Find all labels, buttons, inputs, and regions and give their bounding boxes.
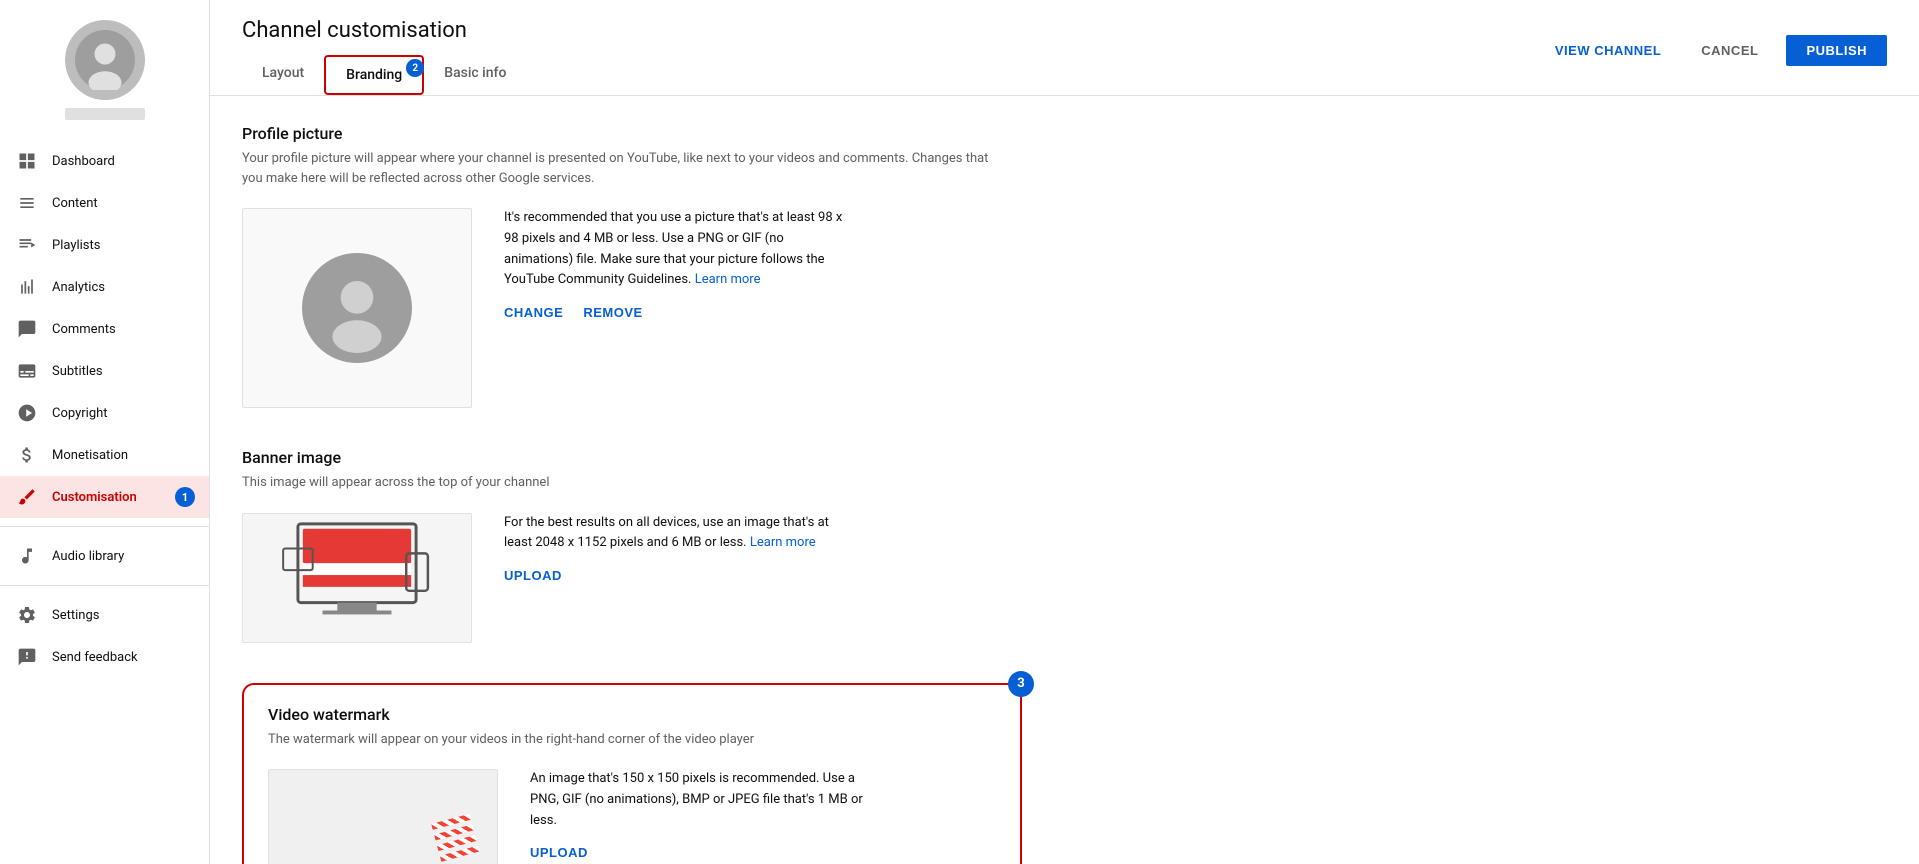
sidebar-item-label: Playlists bbox=[52, 238, 100, 253]
sidebar-item-analytics[interactable]: Analytics bbox=[0, 266, 209, 308]
sidebar-item-dashboard[interactable]: Dashboard bbox=[0, 140, 209, 182]
tab-basic-info[interactable]: Basic info bbox=[424, 55, 526, 95]
profile-learn-more-link[interactable]: Learn more bbox=[695, 272, 761, 287]
sidebar-nav: Dashboard Content Playlists Analytics bbox=[0, 140, 209, 678]
customisation-badge: 1 bbox=[175, 487, 195, 507]
profile-change-button[interactable]: CHANGE bbox=[504, 305, 563, 320]
play-icon bbox=[16, 192, 38, 214]
profile-picture-section: Profile picture Your profile picture wil… bbox=[242, 124, 1178, 408]
sidebar-item-label: Monetisation bbox=[52, 448, 128, 463]
settings-label: Settings bbox=[52, 608, 99, 623]
watermark-preview: ⏮ ▶ 🔊 ⚙ ⊡ ⛶ bbox=[268, 769, 498, 864]
main-content: Channel customisation Layout Branding 2 … bbox=[210, 0, 1919, 864]
sidebar-item-playlists[interactable]: Playlists bbox=[0, 224, 209, 266]
divider bbox=[0, 526, 209, 527]
watermark-badge: 3 bbox=[1008, 671, 1034, 697]
banner-info-text: For the best results on all devices, use… bbox=[504, 513, 844, 555]
video-watermark-section: Video watermark The watermark will appea… bbox=[242, 683, 1022, 864]
channel-name-placeholder bbox=[65, 108, 145, 120]
watermark-desc: The watermark will appear on your videos… bbox=[268, 730, 996, 750]
divider-2 bbox=[0, 585, 209, 586]
banner-image-preview bbox=[242, 513, 472, 643]
profile-picture-body: It's recommended that you use a picture … bbox=[242, 208, 1178, 408]
banner-action-links: UPLOAD bbox=[504, 568, 844, 583]
branding-badge: 2 bbox=[406, 59, 424, 77]
sidebar-item-customisation[interactable]: Customisation 1 bbox=[0, 476, 209, 518]
avatar bbox=[65, 20, 145, 100]
banner-image-section: Banner image This image will appear acro… bbox=[242, 448, 1178, 643]
cancel-button[interactable]: CANCEL bbox=[1689, 35, 1770, 66]
sidebar-item-content[interactable]: Content bbox=[0, 182, 209, 224]
page-title: Channel customisation bbox=[242, 18, 526, 43]
banner-image-body: For the best results on all devices, use… bbox=[242, 513, 1178, 643]
watermark-action-links: UPLOAD bbox=[530, 845, 870, 860]
dollar-icon bbox=[16, 444, 38, 466]
view-channel-button[interactable]: VIEW CHANNEL bbox=[1543, 35, 1673, 66]
profile-remove-button[interactable]: REMOVE bbox=[583, 305, 642, 320]
watermark-body: ⏮ ▶ 🔊 ⚙ ⊡ ⛶ An ima bbox=[268, 769, 996, 864]
top-header: Channel customisation Layout Branding 2 … bbox=[210, 0, 1919, 96]
watermark-stripe-icon bbox=[431, 814, 483, 864]
copyright-icon bbox=[16, 402, 38, 424]
sidebar-item-label: Analytics bbox=[52, 280, 105, 295]
gear-icon bbox=[16, 604, 38, 626]
watermark-info-text: An image that's 150 x 150 pixels is reco… bbox=[530, 769, 870, 831]
sidebar-item-label: Content bbox=[52, 196, 98, 211]
sidebar-item-label: Audio library bbox=[52, 549, 124, 564]
profile-picture-preview bbox=[242, 208, 472, 408]
send-feedback-label: Send feedback bbox=[52, 650, 138, 665]
sidebar-item-label: Comments bbox=[52, 322, 116, 337]
sidebar-item-subtitles[interactable]: Subtitles bbox=[0, 350, 209, 392]
banner-learn-more-link[interactable]: Learn more bbox=[750, 535, 816, 550]
bar-chart-icon bbox=[16, 276, 38, 298]
profile-info-text: It's recommended that you use a picture … bbox=[504, 208, 844, 291]
sidebar-item-send-feedback[interactable]: Send feedback bbox=[0, 636, 209, 678]
watermark-info: An image that's 150 x 150 pixels is reco… bbox=[530, 769, 870, 860]
sidebar-item-settings[interactable]: Settings bbox=[0, 594, 209, 636]
grid-icon bbox=[16, 150, 38, 172]
banner-image-info: For the best results on all devices, use… bbox=[504, 513, 844, 584]
sidebar: Dashboard Content Playlists Analytics bbox=[0, 0, 210, 864]
profile-action-links: CHANGE REMOVE bbox=[504, 305, 844, 320]
tab-layout[interactable]: Layout bbox=[242, 55, 324, 95]
profile-image bbox=[302, 253, 412, 363]
profile-picture-desc: Your profile picture will appear where y… bbox=[242, 149, 992, 188]
feedback-icon bbox=[16, 646, 38, 668]
publish-button[interactable]: PUBLISH bbox=[1786, 35, 1887, 66]
sidebar-item-copyright[interactable]: Copyright bbox=[0, 392, 209, 434]
tab-branding[interactable]: Branding 2 bbox=[324, 55, 424, 95]
tabs: Layout Branding 2 Basic info bbox=[242, 55, 526, 95]
subtitles-icon bbox=[16, 360, 38, 382]
sidebar-item-label: Subtitles bbox=[52, 364, 103, 379]
watermark-title: Video watermark bbox=[268, 705, 996, 724]
comment-icon bbox=[16, 318, 38, 340]
sidebar-item-monetisation[interactable]: Monetisation bbox=[0, 434, 209, 476]
profile-picture-info: It's recommended that you use a picture … bbox=[504, 208, 844, 320]
banner-upload-button[interactable]: UPLOAD bbox=[504, 568, 562, 583]
list-icon bbox=[16, 234, 38, 256]
banner-image-desc: This image will appear across the top of… bbox=[242, 473, 992, 493]
sidebar-item-audio-library[interactable]: Audio library bbox=[0, 535, 209, 577]
content-area: Profile picture Your profile picture wil… bbox=[210, 96, 1210, 864]
watermark-upload-button[interactable]: UPLOAD bbox=[530, 845, 588, 860]
profile-picture-title: Profile picture bbox=[242, 124, 1178, 143]
header-actions: VIEW CHANNEL CANCEL PUBLISH bbox=[1543, 35, 1887, 78]
page-title-area: Channel customisation Layout Branding 2 … bbox=[242, 18, 526, 95]
sidebar-item-label: Dashboard bbox=[52, 154, 115, 169]
brush-icon bbox=[16, 486, 38, 508]
sidebar-item-label: Copyright bbox=[52, 406, 108, 421]
music-icon bbox=[16, 545, 38, 567]
sidebar-item-label: Customisation bbox=[52, 490, 137, 505]
sidebar-item-comments[interactable]: Comments bbox=[0, 308, 209, 350]
banner-image-title: Banner image bbox=[242, 448, 1178, 467]
